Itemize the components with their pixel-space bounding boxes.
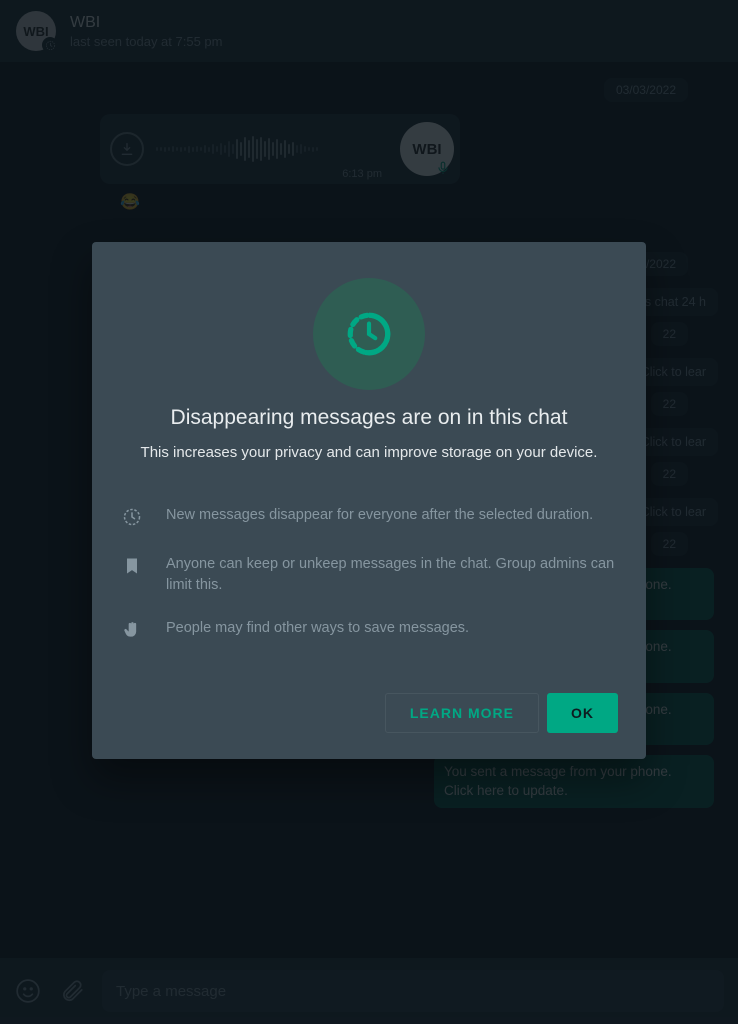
info-item: Anyone can keep or unkeep messages in th… bbox=[122, 554, 616, 596]
info-text: People may find other ways to save messa… bbox=[166, 618, 469, 639]
info-item: New messages disappear for everyone afte… bbox=[122, 505, 616, 532]
hand-icon bbox=[122, 620, 144, 645]
timer-small-icon bbox=[122, 507, 144, 532]
info-text: Anyone can keep or unkeep messages in th… bbox=[166, 554, 616, 596]
info-text: New messages disappear for everyone afte… bbox=[166, 505, 593, 526]
bookmark-icon bbox=[122, 556, 144, 581]
dialog-subtitle: This increases your privacy and can impr… bbox=[120, 444, 618, 461]
ok-button[interactable]: OK bbox=[547, 693, 618, 733]
dialog-title: Disappearing messages are on in this cha… bbox=[120, 406, 618, 430]
disappearing-messages-dialog: Disappearing messages are on in this cha… bbox=[92, 242, 646, 759]
timer-icon bbox=[313, 278, 425, 390]
learn-more-button[interactable]: LEARN MORE bbox=[385, 693, 539, 733]
info-item: People may find other ways to save messa… bbox=[122, 618, 616, 645]
modal-overlay[interactable]: Disappearing messages are on in this cha… bbox=[0, 0, 738, 1024]
